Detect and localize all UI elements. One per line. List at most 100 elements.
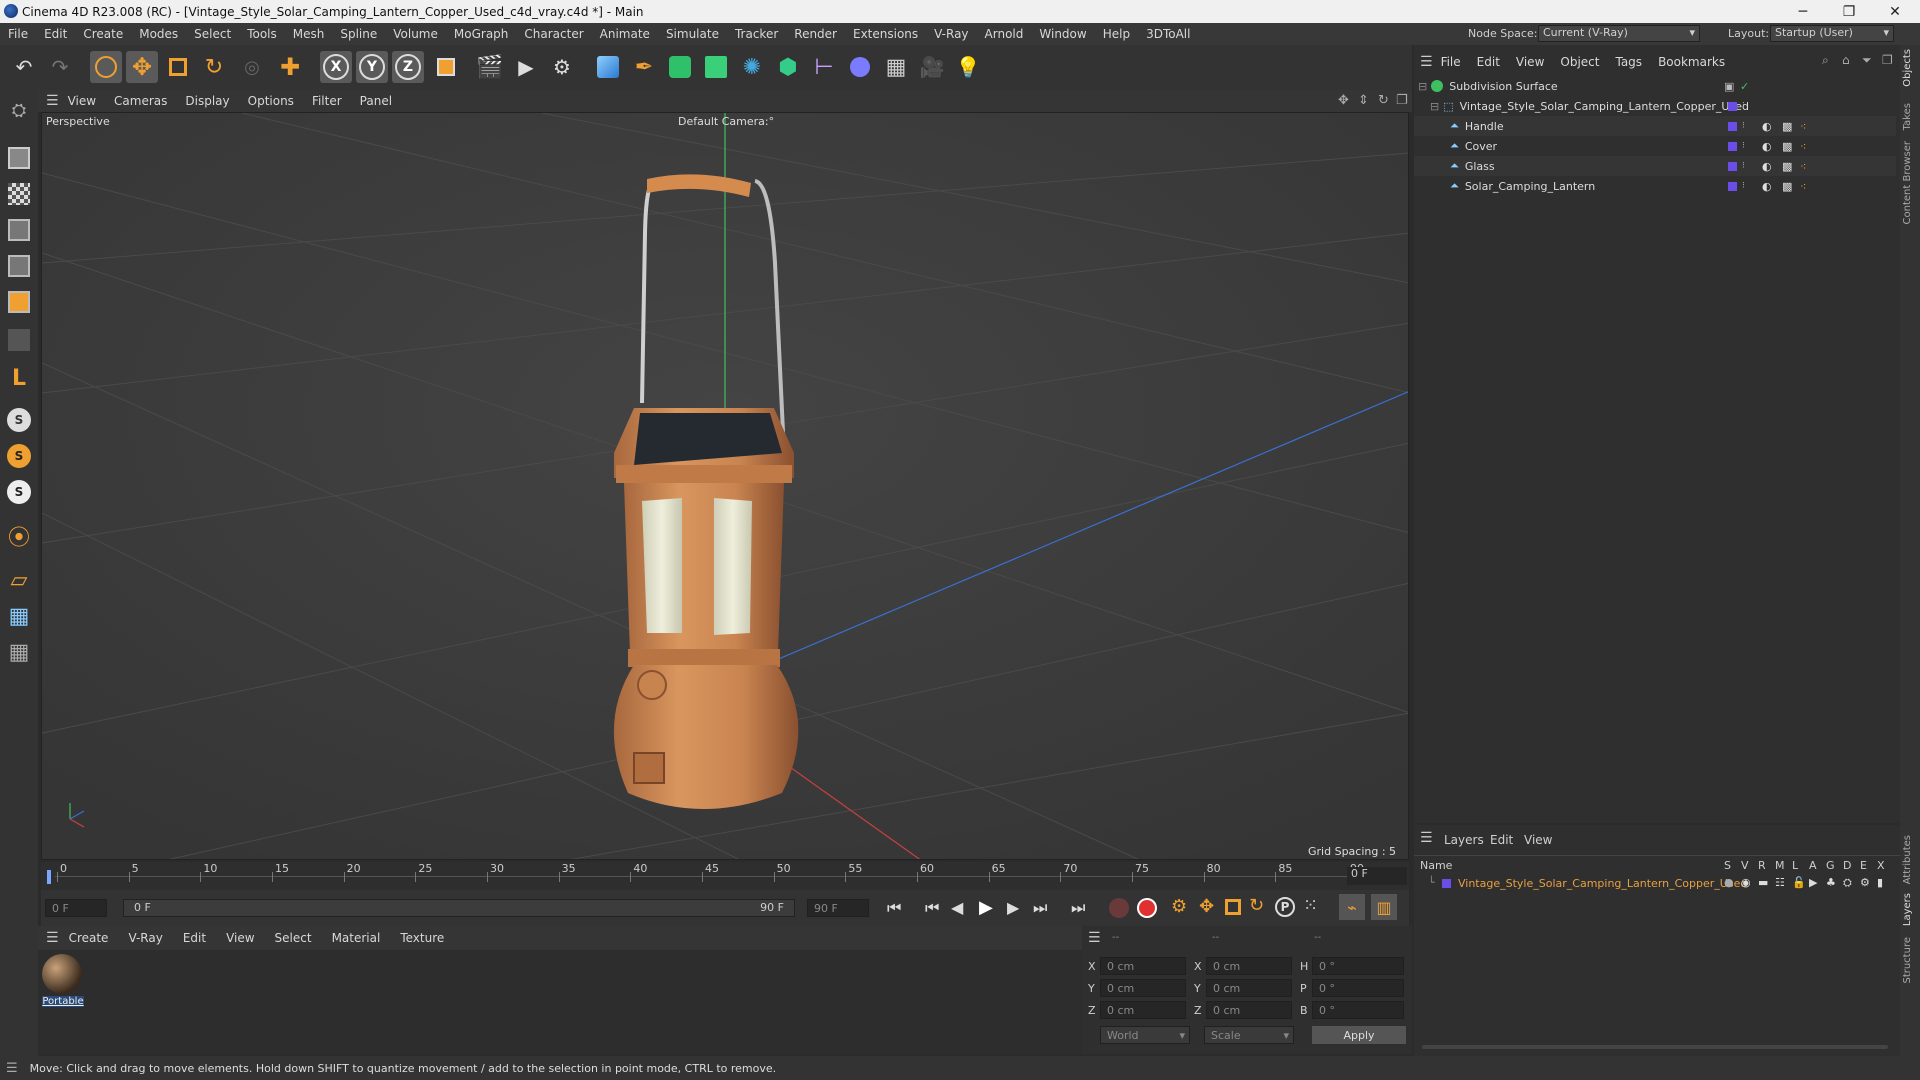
material-menu-view[interactable]: View <box>216 931 264 945</box>
snap-button[interactable]: S <box>3 404 35 436</box>
material-menu-select[interactable]: Select <box>265 931 322 945</box>
tab-content-browser[interactable]: Content Browser <box>1902 141 1913 224</box>
layers-menu-layers[interactable]: Layers <box>1444 833 1484 847</box>
hamburger-icon[interactable]: ☰ <box>46 93 59 109</box>
go-to-next-key-icon[interactable]: ⏭ <box>1033 898 1047 918</box>
tab-takes[interactable]: Takes <box>1902 103 1913 130</box>
phong-tag-icon[interactable]: ◐ <box>1762 140 1772 153</box>
pos-z-field[interactable]: 0 cm <box>1100 1001 1186 1019</box>
material-menu-texture[interactable]: Texture <box>390 931 454 945</box>
deformer-button[interactable]: ⊢ <box>808 51 840 83</box>
maximize-button[interactable]: ❐ <box>1826 0 1872 23</box>
material-tag-icon[interactable]: ▩ <box>1782 180 1792 193</box>
polygon-mode-button[interactable] <box>3 286 35 318</box>
start-frame-field[interactable]: 0 F <box>45 899 107 917</box>
render-settings-button[interactable]: ⚙ <box>546 51 578 83</box>
object-menu-view[interactable]: View <box>1508 55 1552 69</box>
object-row[interactable]: ⊟ ⬚ Vintage_Style_Solar_Camping_Lantern_… <box>1414 96 1896 116</box>
model-mode-button[interactable] <box>3 142 35 174</box>
animation-icon[interactable]: ▶ <box>1809 876 1817 889</box>
menu-window[interactable]: Window <box>1031 27 1094 41</box>
snap-settings-button[interactable]: S <box>3 440 35 472</box>
object-menu-edit[interactable]: Edit <box>1469 55 1508 69</box>
minimize-button[interactable]: ─ <box>1780 0 1826 23</box>
render-view-button[interactable]: ▶ <box>510 51 542 83</box>
layer-color-swatch[interactable] <box>1442 879 1451 888</box>
rot-b-field[interactable]: 0 ° <box>1312 1001 1404 1019</box>
end-frame-field[interactable]: 90 F <box>807 899 869 917</box>
rot-p-field[interactable]: 0 ° <box>1312 979 1404 997</box>
menu-tools[interactable]: Tools <box>239 27 285 41</box>
filter-icon[interactable]: ⏷ <box>1862 53 1872 68</box>
menu-select[interactable]: Select <box>186 27 239 41</box>
visibility-dots-icon[interactable]: ⁝ <box>1742 161 1745 171</box>
undo-button[interactable]: ↶ <box>8 51 40 83</box>
lock-icon[interactable]: 🔓 <box>1792 876 1806 889</box>
phong-tag-icon[interactable]: ◐ <box>1762 120 1772 133</box>
mograph-button[interactable]: ⬢ <box>772 51 804 83</box>
light-button[interactable]: 💡 <box>952 51 984 83</box>
material-tag-icon[interactable]: ▩ <box>1782 160 1792 173</box>
menu-spline[interactable]: Spline <box>332 27 385 41</box>
quantize-button[interactable]: S <box>3 476 35 508</box>
rot-h-field[interactable]: 0 ° <box>1312 957 1404 975</box>
render-region-button[interactable]: 🎬 <box>474 51 506 83</box>
auto-keying-icon[interactable] <box>1137 898 1157 918</box>
object-menu-tags[interactable]: Tags <box>1607 55 1650 69</box>
menu-render[interactable]: Render <box>786 27 845 41</box>
object-menu-file[interactable]: File <box>1433 55 1469 69</box>
visibility-dots-icon[interactable]: ⁝ <box>1742 181 1745 191</box>
size-x-field[interactable]: 0 cm <box>1206 957 1292 975</box>
maximize-view-icon[interactable]: ❐ <box>1396 93 1408 108</box>
eye-icon[interactable]: ◉ <box>1741 876 1751 889</box>
pos-y-field[interactable]: 0 cm <box>1100 979 1186 997</box>
menu-mesh[interactable]: Mesh <box>285 27 333 41</box>
orbit-view-icon[interactable]: ↻ <box>1378 93 1389 108</box>
layer-color-swatch[interactable] <box>1728 121 1737 131</box>
layout-dropdown[interactable]: Startup (User) ▾ <box>1770 25 1894 42</box>
extrude-button[interactable] <box>700 51 732 83</box>
viewport-menu-filter[interactable]: Filter <box>303 94 351 108</box>
pos-x-field[interactable]: 0 cm <box>1100 957 1186 975</box>
menu-simulate[interactable]: Simulate <box>658 27 727 41</box>
uv-mode-button[interactable] <box>3 324 35 356</box>
material-menu-edit[interactable]: Edit <box>173 931 216 945</box>
frame-range-slider[interactable]: 0 F 90 F <box>123 899 795 917</box>
scale-key-icon[interactable] <box>1225 899 1241 915</box>
move-tool-button[interactable]: ✥ <box>126 51 158 83</box>
coordinate-system-button[interactable] <box>430 51 462 83</box>
rotate-tool-button[interactable]: ↻ <box>198 51 230 83</box>
collapse-icon[interactable]: ⊟ <box>1418 80 1427 93</box>
hamburger-icon[interactable]: ☰ <box>1088 930 1101 946</box>
pen-spline-button[interactable]: ✒ <box>628 51 660 83</box>
z-axis-button[interactable]: Z <box>392 51 424 83</box>
layer-color-swatch[interactable] <box>1728 101 1737 111</box>
timeline-ruler[interactable]: 051015202530354045505560657075808590 0 F <box>41 862 1409 890</box>
menu-tracker[interactable]: Tracker <box>727 27 786 41</box>
object-row[interactable]: ⏶ Handle ⁝ ◐ ▩ ⁖ <box>1414 116 1896 136</box>
tab-attributes[interactable]: Attributes <box>1902 835 1913 884</box>
object-menu-bookmarks[interactable]: Bookmarks <box>1650 55 1733 69</box>
solo-dot-icon[interactable]: ● <box>1724 876 1734 889</box>
layer-color-swatch[interactable] <box>1728 141 1737 151</box>
menu-edit[interactable]: Edit <box>36 27 75 41</box>
grid-button[interactable]: ▦ <box>3 600 35 632</box>
menu-help[interactable]: Help <box>1095 27 1138 41</box>
next-frame-icon[interactable]: ▶ <box>1007 898 1019 917</box>
previous-frame-icon[interactable]: ◀ <box>951 898 963 917</box>
guide-button[interactable]: ▦ <box>3 636 35 668</box>
layer-color-swatch[interactable] <box>1728 161 1737 171</box>
render-icon[interactable]: ▬ <box>1758 876 1768 889</box>
parameter-key-icon[interactable]: P <box>1275 897 1295 917</box>
coordinate-space-dropdown[interactable]: World ▾ <box>1100 1026 1190 1044</box>
point-level-key-icon[interactable]: ⁙ <box>1303 895 1318 916</box>
hamburger-icon[interactable]: ☰ <box>46 930 59 946</box>
collapse-icon[interactable]: ⊟ <box>1430 100 1439 113</box>
object-menu-object[interactable]: Object <box>1552 55 1607 69</box>
menu-3dtoall[interactable]: 3DToAll <box>1138 27 1198 41</box>
record-keys-icon[interactable] <box>1109 898 1129 918</box>
horizontal-scrollbar[interactable] <box>1422 1045 1888 1049</box>
menu-modes[interactable]: Modes <box>131 27 186 41</box>
new-window-icon[interactable]: ❐ <box>1882 53 1893 67</box>
go-to-previous-key-icon[interactable]: ⏮ <box>925 898 939 918</box>
